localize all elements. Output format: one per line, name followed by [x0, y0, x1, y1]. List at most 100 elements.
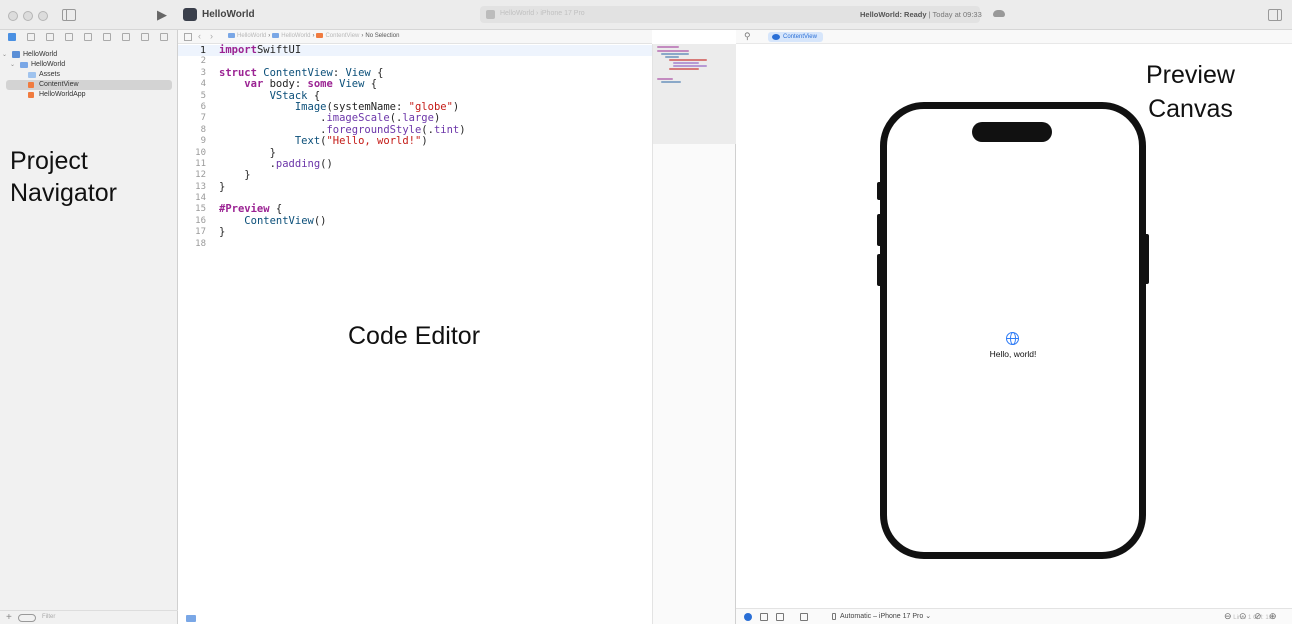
breakpoints-tab-icon[interactable]	[141, 33, 149, 41]
code-token: padding	[275, 157, 321, 170]
file-tree: ⌄ HelloWorld ⌄ HelloWorld Assets ContentView H…	[0, 50, 178, 100]
code-token: "globe"	[408, 100, 453, 113]
code-token: .	[219, 157, 276, 170]
tree-item-label: HelloWorld	[23, 51, 58, 58]
tree-item-label: HelloWorld	[31, 61, 66, 68]
device-frame[interactable]: Hello, world!	[880, 102, 1146, 559]
project-navigator: ⌄ HelloWorld ⌄ HelloWorld Assets ContentView H…	[0, 30, 178, 624]
debug-area-icon[interactable]	[186, 615, 196, 622]
related-items-icon[interactable]	[184, 33, 192, 41]
preview-canvas[interactable]: ⚲ ContentView Preview Canvas Hello, worl…	[736, 30, 1292, 624]
tree-item[interactable]: ⌄ HelloWorld	[0, 50, 178, 60]
code-token: }	[219, 180, 226, 193]
line-number: 9	[200, 136, 206, 147]
code-token: imageScale	[326, 112, 390, 125]
source-control-tab-icon[interactable]	[27, 33, 35, 41]
toggle-navigator-icon[interactable]	[62, 9, 76, 21]
pin-icon[interactable]: ⚲	[744, 31, 751, 42]
preview-text: Hello, world!	[989, 349, 1037, 359]
dynamic-island	[972, 122, 1052, 142]
cursor-position: Line: 1 Col: 16	[1233, 615, 1272, 621]
breadcrumb-item[interactable]: HelloWorld	[237, 33, 266, 39]
back-icon[interactable]: ‹	[198, 31, 201, 41]
breadcrumb[interactable]: HelloWorld › HelloWorld › ContentView › No Sel…	[228, 33, 399, 39]
breadcrumb-separator: ›	[312, 33, 315, 40]
reports-tab-icon[interactable]	[160, 33, 168, 41]
line-number: 7	[200, 113, 206, 124]
scheme-icon	[486, 10, 495, 19]
code-token: .	[219, 123, 327, 136]
navigator-filter[interactable]: Filter	[18, 613, 163, 623]
minimap-line	[657, 50, 689, 52]
tree-item[interactable]: Assets	[0, 70, 178, 80]
breadcrumb-file-icon	[228, 33, 235, 38]
build-status-project: HelloWorld: Ready	[860, 10, 927, 19]
minimap-line	[669, 59, 707, 61]
toggle-inspector-icon[interactable]	[1268, 9, 1282, 21]
tree-item-label: HelloWorldApp	[39, 91, 86, 98]
disclosure-chevron-icon[interactable]: ⌄	[10, 60, 15, 70]
run-icon[interactable]: ▶	[157, 7, 167, 23]
code-line[interactable]: 17}	[178, 227, 652, 238]
code-token: ()	[313, 214, 327, 227]
line-number: 5	[200, 90, 206, 101]
build-status-time: | Today at 09:33	[928, 10, 982, 19]
issues-tab-icon[interactable]	[84, 33, 92, 41]
minimap[interactable]	[652, 44, 737, 624]
minimap-line	[669, 68, 699, 70]
breadcrumb-file-icon	[272, 33, 280, 38]
find-tab-icon[interactable]	[65, 33, 73, 41]
breadcrumb-item[interactable]: No Selection	[365, 33, 399, 39]
source-code[interactable]: 1 importSwiftUI 2 3 struct ContentView: View…	[178, 44, 652, 250]
minimap-line	[657, 46, 679, 48]
folder-icon	[20, 62, 28, 68]
line-number: 13	[195, 181, 206, 192]
code-line[interactable]: 18	[178, 239, 652, 250]
code-line[interactable]: 13}	[178, 180, 652, 193]
breadcrumb-item[interactable]: ContentView	[325, 33, 359, 39]
disclosure-chevron-icon[interactable]: ⌄	[2, 50, 7, 60]
code-editor[interactable]: ‹ › HelloWorld › HelloWorld › ContentView › No…	[178, 30, 652, 624]
code-token: )	[452, 100, 460, 113]
add-file-icon[interactable]: +	[6, 612, 12, 623]
code-line[interactable]: 12 }	[178, 170, 652, 181]
code-text: }	[219, 180, 226, 193]
tree-item-label: Assets	[39, 71, 61, 78]
code-token: {	[364, 78, 378, 91]
breadcrumb-item[interactable]: HelloWorld	[281, 33, 310, 39]
forward-icon[interactable]: ›	[210, 31, 213, 41]
line-number: 10	[195, 147, 206, 158]
app-icon	[183, 8, 197, 21]
tree-item[interactable]: ContentView	[6, 80, 172, 90]
minimize-window-button[interactable]	[23, 11, 33, 21]
project-navigator-tab-icon[interactable]	[8, 33, 16, 41]
code-line[interactable]: 1 importSwiftUI	[178, 44, 652, 57]
navigator-annotation: Project Navigator	[10, 145, 117, 209]
tree-item[interactable]: HelloWorldApp	[0, 90, 178, 100]
zoom-window-button[interactable]	[38, 11, 48, 21]
code-token: body:	[263, 78, 308, 91]
cloud-icon	[993, 10, 1005, 17]
bookmarks-tab-icon[interactable]	[46, 33, 54, 41]
navigator-annotation-line1: Project	[10, 147, 88, 175]
minimap-line	[673, 62, 699, 64]
editor-annotation: Code Editor	[348, 322, 481, 350]
code-token: ContentView	[244, 214, 314, 227]
tests-tab-icon[interactable]	[103, 33, 111, 41]
filter-placeholder: Filter	[42, 614, 56, 620]
code-token: :	[332, 66, 346, 79]
preview-tab[interactable]: ContentView	[768, 32, 823, 42]
minimap-line	[661, 81, 681, 83]
close-window-button[interactable]	[8, 11, 18, 21]
debug-tab-icon[interactable]	[122, 33, 130, 41]
code-token: tint	[433, 123, 460, 136]
code-token: ContentView	[263, 66, 333, 79]
code-line[interactable]: 16 ContentView()	[178, 214, 652, 227]
line-number: 4	[200, 79, 206, 90]
code-token: )	[433, 112, 441, 125]
tree-item[interactable]: ⌄ HelloWorld	[0, 60, 178, 70]
filter-options-icon[interactable]	[18, 614, 36, 622]
preview-tab-label: ContentView	[783, 34, 817, 40]
